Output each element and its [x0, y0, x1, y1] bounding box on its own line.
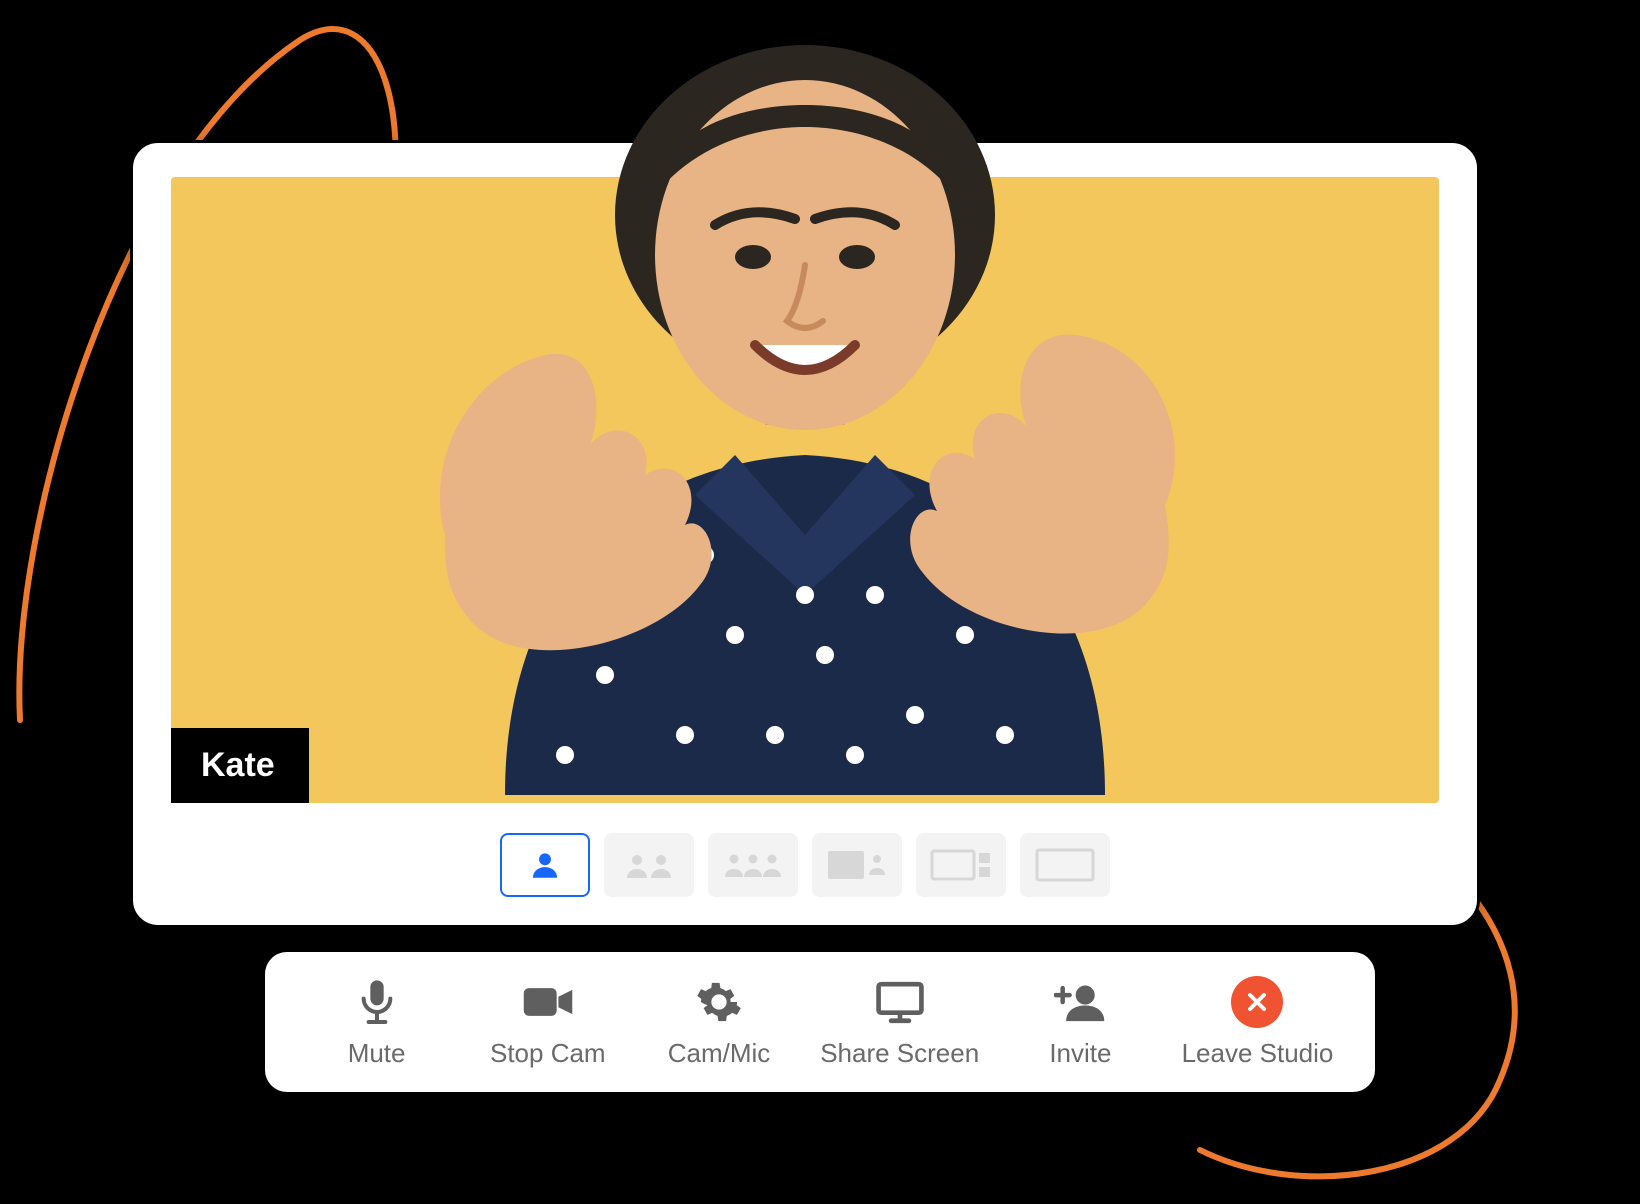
video-icon: [522, 976, 574, 1028]
monitor-icon: [874, 976, 926, 1028]
studio-window: Kate: [130, 140, 1480, 928]
layout-option-spotlight-left[interactable]: [916, 833, 1006, 897]
control-toolbar: Mute Stop Cam Cam/Mic Share Screen: [265, 952, 1375, 1092]
layout-option-single[interactable]: [500, 833, 590, 897]
cam-mic-settings-button[interactable]: Cam/Mic: [649, 976, 789, 1069]
participant-name: Kate: [201, 746, 275, 784]
close-icon: [1231, 976, 1283, 1028]
add-user-icon: [1054, 976, 1106, 1028]
two-people-icon: [622, 850, 676, 880]
microphone-icon: [351, 976, 403, 1028]
layout-option-spotlight-right[interactable]: [812, 833, 902, 897]
three-people-icon: [722, 849, 784, 881]
stop-cam-button[interactable]: Stop Cam: [478, 976, 618, 1069]
participant-name-tag: Kate: [171, 728, 309, 803]
layout-option-three-up[interactable]: [708, 833, 798, 897]
leave-studio-button[interactable]: Leave Studio: [1182, 976, 1334, 1069]
leave-studio-label: Leave Studio: [1182, 1038, 1334, 1069]
invite-label: Invite: [1049, 1038, 1111, 1069]
presenter-video: [355, 35, 1255, 795]
video-frame: Kate: [171, 177, 1439, 803]
share-screen-label: Share Screen: [820, 1038, 979, 1069]
layout-selector: [171, 833, 1439, 897]
layout-option-two-up[interactable]: [604, 833, 694, 897]
mute-button[interactable]: Mute: [307, 976, 447, 1069]
spotlight-right-icon: [825, 845, 889, 885]
cam-mic-label: Cam/Mic: [668, 1038, 771, 1069]
fullscreen-icon: [1033, 845, 1097, 885]
spotlight-left-icon: [929, 845, 993, 885]
invite-button[interactable]: Invite: [1010, 976, 1150, 1069]
mute-label: Mute: [348, 1038, 406, 1069]
person-icon: [528, 848, 562, 882]
gear-icon: [693, 976, 745, 1028]
stop-cam-label: Stop Cam: [490, 1038, 606, 1069]
share-screen-button[interactable]: Share Screen: [820, 976, 979, 1069]
layout-option-fullscreen[interactable]: [1020, 833, 1110, 897]
